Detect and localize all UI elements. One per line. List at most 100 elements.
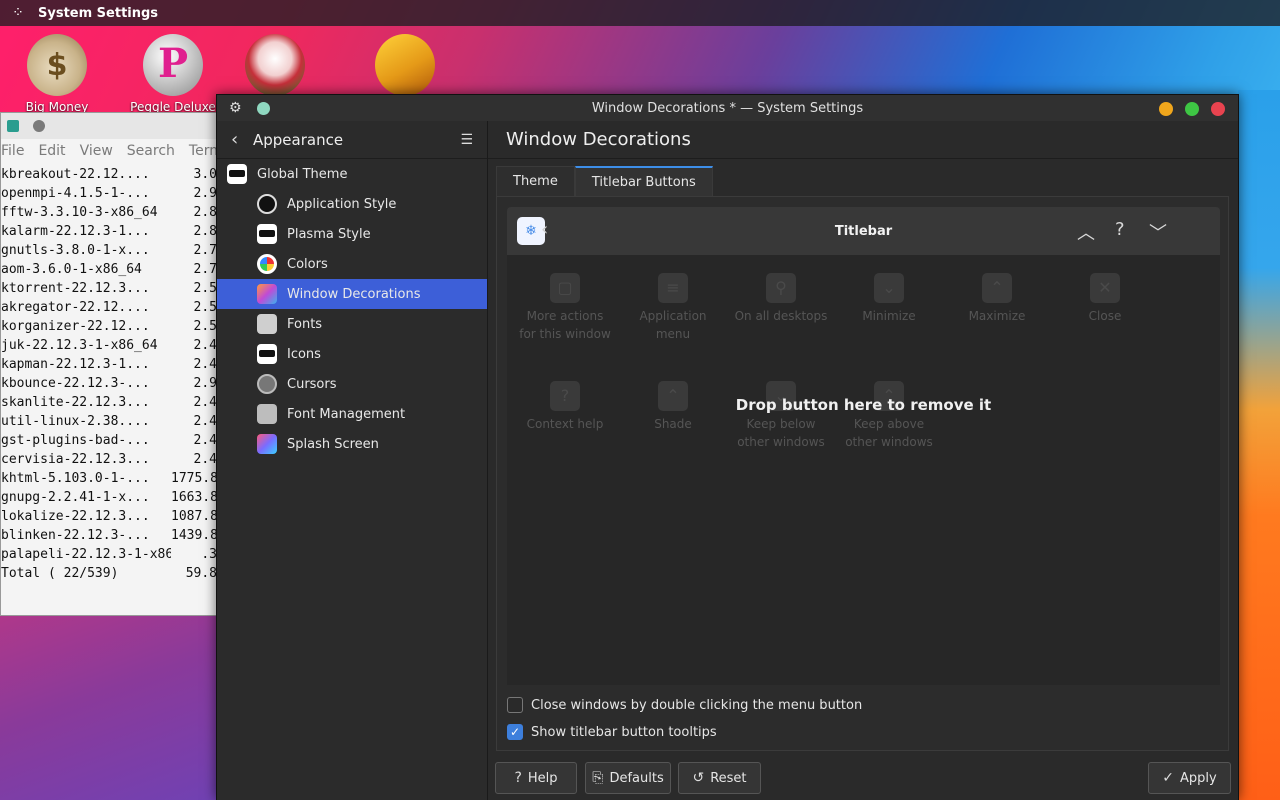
package-name: palapeli-22.12.3-1-x86_64 (1, 547, 171, 562)
package-size: 2.4 (193, 338, 217, 353)
menu-search[interactable]: Search (127, 143, 175, 159)
terminal-line: gnupg-2.2.41-1-x... 1663.8 (1, 488, 239, 507)
apply-button-label: Apply (1180, 770, 1217, 786)
chevron-down-icon[interactable]: ﹀ (1149, 219, 1167, 245)
package-size: 2.4 (193, 433, 217, 448)
sidebar-item-label: Colors (287, 256, 328, 272)
close-button[interactable] (1211, 102, 1225, 116)
money-bag-icon (27, 34, 87, 96)
window-titlebar[interactable]: ⚙ Window Decorations * — System Settings (217, 95, 1238, 121)
package-size: 1663.8 (171, 490, 217, 505)
menu-edit[interactable]: Edit (38, 143, 65, 159)
available-button-more-actions[interactable]: ▢ More actions for this window (511, 273, 619, 343)
package-size: 2.4 (193, 395, 217, 410)
menu-file[interactable]: File (1, 143, 24, 159)
terminal-line: juk-22.12.3-1-x86_64 2.4 (1, 336, 239, 355)
sidebar-item-splash-screen[interactable]: Splash Screen (217, 429, 487, 459)
desktop-icon-plants[interactable] (230, 34, 320, 96)
pin-icon: ⚲ (766, 273, 796, 303)
button-label: On all desktops (734, 309, 828, 323)
available-button-on-all-desktops[interactable]: ⚲ On all desktops (727, 273, 835, 325)
settings-app-icon[interactable]: ⁘ (10, 5, 26, 21)
terminal-window[interactable]: File Edit View Search Terminal kbreakout… (0, 112, 248, 616)
available-button-keep-below[interactable]: ⌄ Keep below other windows (727, 381, 835, 451)
available-button-close[interactable]: ✕ Close (1051, 273, 1159, 325)
help-button-label: Help (527, 770, 558, 786)
package-size: 2.5 (193, 300, 217, 315)
colors-icon (257, 254, 277, 274)
terminal-titlebar[interactable] (1, 113, 239, 139)
terminal-line: fftw-3.3.10-3-x86_64 2.8 (1, 203, 239, 222)
show-tooltips-checkbox[interactable]: ✓ (507, 724, 523, 740)
menu-view[interactable]: View (80, 143, 113, 159)
apply-button[interactable]: ✓ Apply (1148, 762, 1231, 794)
window-decorations-icon (257, 284, 277, 304)
sidebar-item-icons[interactable]: Icons (217, 339, 487, 369)
icons-icon (257, 344, 277, 364)
flower-icon (245, 34, 305, 96)
sidebar-item-cursors[interactable]: Cursors (217, 369, 487, 399)
sidebar-item-application-style[interactable]: Application Style (217, 189, 487, 219)
available-button-minimize[interactable]: ⌄ Minimize (835, 273, 943, 325)
package-size: 2.4 (193, 357, 217, 372)
terminal-line: cervisia-22.12.3... 2.4 (1, 450, 239, 469)
package-size: 2.8 (193, 205, 217, 220)
terminal-line: kbounce-22.12.3-... 2.9 (1, 374, 239, 393)
available-buttons-drop-zone[interactable]: ▢ More actions for this window ≡ Applica… (507, 255, 1220, 685)
minimize-button[interactable] (1159, 102, 1173, 116)
keep-above-icon[interactable] (257, 102, 270, 115)
option-label: Close windows by double clicking the men… (531, 697, 863, 713)
sidebar-header: ‹ Appearance ☰ (217, 121, 487, 159)
chevron-up-icon[interactable]: ︿ (1077, 219, 1095, 245)
help-icon: ? (514, 770, 522, 786)
desktop-icon-big-money[interactable]: Big Money (12, 34, 102, 114)
sidebar-item-label: Splash Screen (287, 436, 379, 452)
package-size: 2.4 (193, 452, 217, 467)
option-close-double-click[interactable]: Close windows by double clicking the men… (507, 697, 862, 713)
wallpaper-right (1238, 90, 1280, 800)
sidebar-item-window-decorations[interactable]: Window Decorations (217, 279, 487, 309)
close-dblclick-checkbox[interactable] (507, 697, 523, 713)
sidebar-item-fonts[interactable]: Fonts (217, 309, 487, 339)
tab-titlebar-buttons[interactable]: Titlebar Buttons (574, 166, 713, 196)
available-button-maximize[interactable]: ⌃ Maximize (943, 273, 1051, 325)
button-label: other windows (737, 435, 825, 449)
gear-icon[interactable]: ⚙ (229, 100, 242, 116)
maximize-button[interactable] (1185, 102, 1199, 116)
terminal-line: ktorrent-22.12.3... 2.5 (1, 279, 239, 298)
package-name: kalarm-22.12.3-1... (1, 224, 150, 239)
sidebar-item-plasma-style[interactable]: Plasma Style (217, 219, 487, 249)
option-show-tooltips[interactable]: ✓ Show titlebar button tooltips (507, 724, 717, 740)
pin-icon[interactable] (33, 120, 45, 132)
help-icon[interactable]: ? (1115, 219, 1125, 240)
reset-button[interactable]: ↺ Reset (678, 762, 761, 794)
sidebar-item-label: Window Decorations (287, 286, 421, 302)
sidebar-item-font-management[interactable]: Font Management (217, 399, 487, 429)
help-button[interactable]: ? Help (495, 762, 577, 794)
sidebar-item-global-theme[interactable]: Global Theme (217, 159, 487, 189)
package-name: fftw-3.3.10-3-x86_64 (1, 205, 158, 220)
package-size: 2.8 (193, 224, 217, 239)
font-management-icon (257, 404, 277, 424)
global-theme-icon (227, 164, 247, 184)
sidebar-item-colors[interactable]: Colors (217, 249, 487, 279)
content-area: Window Decorations Theme Titlebar Button… (488, 121, 1238, 800)
desktop-icon-peggle[interactable]: Peggle Deluxe (128, 34, 218, 114)
settings-window[interactable]: ⚙ Window Decorations * — System Settings… (216, 94, 1239, 800)
back-arrow-icon[interactable]: ‹ (231, 129, 249, 150)
package-size: 2.4 (193, 414, 217, 429)
package-size: 2.5 (193, 281, 217, 296)
available-button-application-menu[interactable]: ≡ Application menu (619, 273, 727, 343)
terminal-line: palapeli-22.12.3-1-x86_64 .3 (1, 545, 239, 564)
tab-theme[interactable]: Theme (496, 166, 575, 196)
defaults-button[interactable]: ⎘ Defaults (585, 762, 671, 794)
hamburger-menu-icon[interactable]: ☰ (460, 132, 473, 148)
preview-titlebar[interactable]: ❄ ‹ Titlebar ︿ ? ﹀ (507, 207, 1220, 255)
desktop-icon-zuma[interactable] (360, 34, 450, 96)
package-name: kbreakout-22.12.... (1, 167, 150, 182)
sidebar-item-label: Global Theme (257, 166, 348, 182)
terminal-output[interactable]: kbreakout-22.12.... 3.0 openmpi-4.1.5-1-..… (1, 163, 239, 583)
available-button-keep-above[interactable]: ⌃ Keep above other windows (835, 381, 943, 451)
button-label: for this window (519, 327, 611, 341)
maximize-icon: ⌃ (982, 273, 1012, 303)
